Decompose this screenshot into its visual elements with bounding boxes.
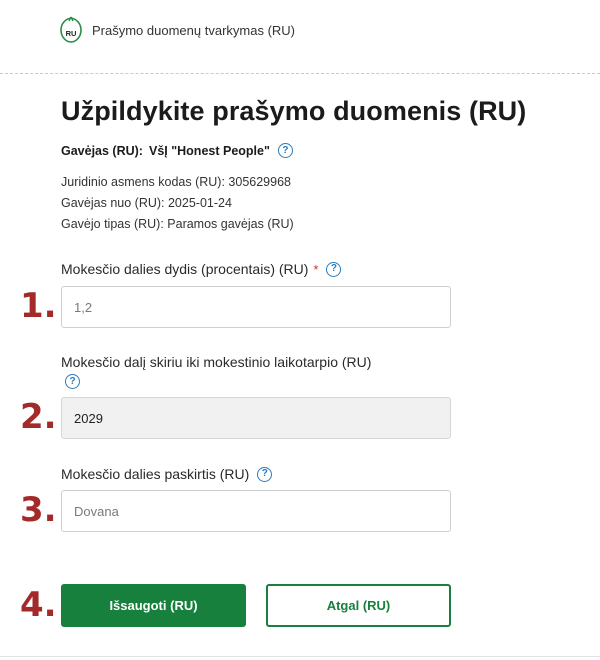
step-marker-4: 4. <box>20 585 57 625</box>
recipient-line: Gavėjas (RU): VšĮ "Honest People" ? <box>61 143 293 158</box>
period-value: 2029 <box>74 410 103 426</box>
app-logo-icon: RU <box>60 16 82 43</box>
purpose-help-icon[interactable]: ? <box>257 466 273 482</box>
purpose-value: Dovana <box>74 503 119 519</box>
share-size-input[interactable]: 1,2 <box>61 286 451 328</box>
share-size-value: 1,2 <box>74 299 93 315</box>
purpose-label: Mokesčio dalies paskirtis (RU) ? <box>61 466 273 482</box>
recipient-label: Gavėjas (RU): <box>61 143 143 158</box>
step-marker-3: 3. <box>20 490 57 530</box>
save-button[interactable]: Išsaugoti (RU) <box>61 584 246 627</box>
step-marker-1: 1. <box>20 286 57 326</box>
bottom-divider <box>0 656 600 657</box>
share-size-label: Mokesčio dalies dydis (procentais) (RU) … <box>61 261 342 277</box>
recipient-since: Gavėjas nuo (RU): 2025-01-24 <box>61 196 232 210</box>
required-mark: * <box>313 261 319 277</box>
recipient-help-icon[interactable]: ? <box>277 143 293 158</box>
recipient-type: Gavėjo tipas (RU): Paramos gavėjas (RU) <box>61 217 294 231</box>
logo-text: RU <box>66 29 77 38</box>
back-button[interactable]: Atgal (RU) <box>266 584 451 627</box>
share-size-help-icon[interactable]: ? <box>326 261 342 277</box>
recipient-name: VšĮ "Honest People" <box>148 143 270 158</box>
purpose-input[interactable]: Dovana <box>61 490 451 532</box>
step-marker-2: 2. <box>20 397 57 437</box>
period-help-icon[interactable]: ? <box>65 374 80 389</box>
purpose-label-text: Mokesčio dalies paskirtis (RU) <box>61 466 250 482</box>
page-title: Užpildykite prašymo duomenis (RU) <box>61 96 527 126</box>
period-label: Mokesčio dalį skiriu iki mokestinio laik… <box>61 354 372 370</box>
period-select[interactable]: 2029 <box>61 397 451 439</box>
recipient-code: Juridinio asmens kodas (RU): 305629968 <box>61 175 291 189</box>
header-divider <box>0 73 600 74</box>
app-title: Prašymo duomenų tvarkymas (RU) <box>92 23 295 38</box>
share-size-label-text: Mokesčio dalies dydis (procentais) (RU) <box>61 261 309 277</box>
top-bar: RU Prašymo duomenų tvarkymas (RU) <box>0 0 600 66</box>
